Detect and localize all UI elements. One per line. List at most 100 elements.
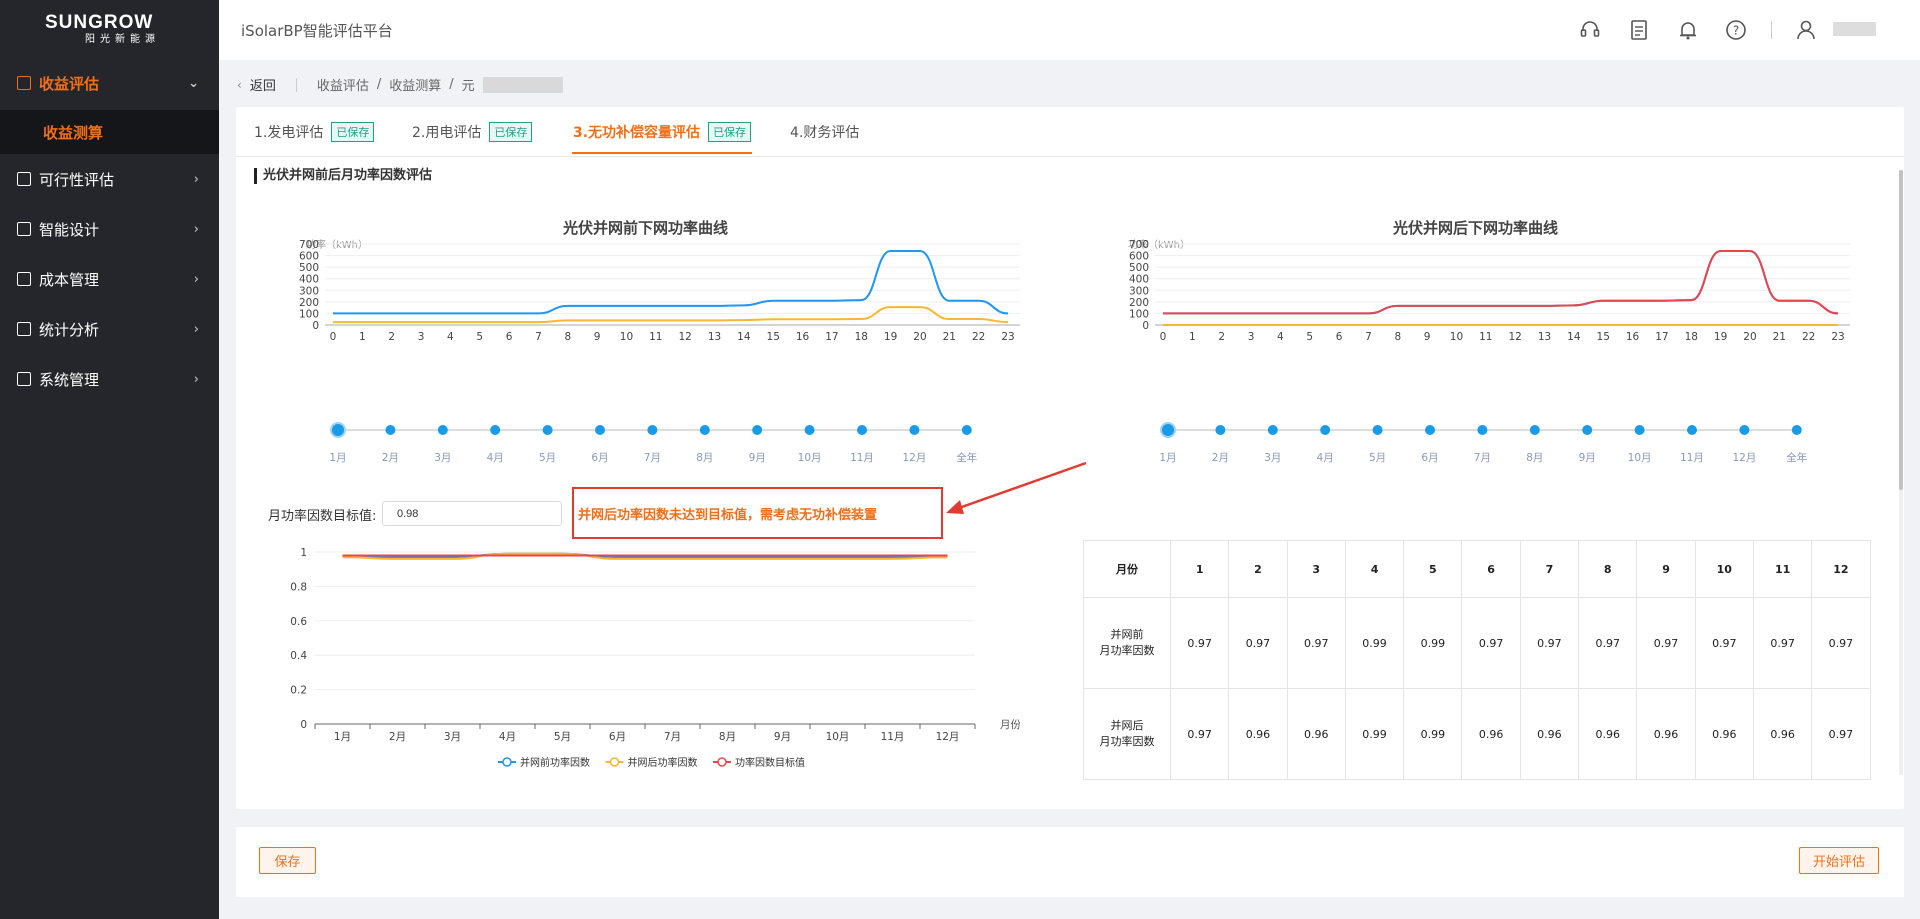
timeline-label[interactable]: 7月 — [1474, 452, 1491, 464]
timeline-dot[interactable] — [595, 425, 605, 435]
timeline-dot[interactable] — [490, 425, 501, 435]
timeline-label[interactable]: 2月 — [1212, 452, 1229, 464]
timeline-label[interactable]: 3月 — [434, 452, 451, 464]
x-tick-label: 14 — [737, 331, 751, 343]
timeline-label[interactable]: 9月 — [1579, 452, 1596, 464]
timeline-label[interactable]: 5月 — [539, 452, 556, 464]
y-tick-label: 300 — [1129, 285, 1149, 297]
timeline-dot[interactable] — [385, 425, 396, 435]
save-button[interactable]: 保存 — [259, 847, 316, 874]
timeline-dot[interactable] — [1425, 425, 1435, 435]
document-icon[interactable] — [1628, 19, 1650, 41]
tab-finance[interactable]: 4.财务评估 — [790, 121, 859, 143]
user-icon[interactable] — [1795, 19, 1817, 41]
scrollbar-thumb[interactable] — [1899, 170, 1903, 490]
timeline-label[interactable]: 8月 — [696, 452, 713, 464]
x-tick-label: 10 — [620, 331, 633, 343]
table-cell: 0.99 — [1344, 597, 1405, 689]
user-name-redacted[interactable] — [1833, 22, 1876, 36]
table-header-cell: 12 — [1811, 540, 1871, 598]
timeline-label[interactable]: 7月 — [644, 452, 661, 464]
timeline-dot[interactable] — [699, 425, 710, 435]
sidebar-item-revenue[interactable]: 收益评估 ⌄ — [0, 58, 219, 108]
timeline-dot[interactable] — [909, 425, 920, 435]
tab-reactive-compensation[interactable]: 3.无功补偿容量评估 已保存 — [573, 121, 752, 143]
timeline-label[interactable]: 11月 — [850, 452, 874, 464]
timeline-label[interactable]: 3月 — [1264, 452, 1281, 464]
timeline-label[interactable]: 4月 — [487, 452, 504, 464]
start-evaluation-button[interactable]: 开始评估 — [1799, 847, 1879, 874]
timeline-label[interactable]: 12月 — [1732, 452, 1756, 464]
timeline-label[interactable]: 9月 — [749, 452, 766, 464]
breadcrumb-revenue[interactable]: 收益评估 — [317, 75, 369, 94]
timeline-dot[interactable] — [1320, 425, 1331, 435]
breadcrumb-revenue-calc[interactable]: 收益测算 — [389, 75, 441, 94]
timeline-label[interactable]: 11月 — [1680, 452, 1704, 464]
y-tick-label: 200 — [299, 297, 319, 309]
sidebar-item-design[interactable]: 智能设计 › — [0, 204, 219, 254]
headset-icon[interactable] — [1579, 19, 1601, 41]
timeline-dot[interactable] — [437, 425, 448, 435]
table-cell: 0.97 — [1169, 688, 1230, 780]
bell-icon[interactable] — [1677, 19, 1699, 41]
x-tick-label: 14 — [1567, 331, 1581, 343]
chevron-right-icon: › — [193, 372, 199, 387]
pf-warning-text: 并网后功率因数未达到目标值，需考虑无功补偿装置 — [578, 507, 878, 523]
timeline-dot[interactable] — [1267, 425, 1278, 435]
tab-label: 2.用电评估 — [412, 125, 482, 141]
table-cell: 0.97 — [1694, 597, 1754, 689]
timeline-dot[interactable] — [1791, 425, 1802, 435]
timeline-label[interactable]: 6月 — [1421, 452, 1438, 464]
sidebar-item-system[interactable]: 系统管理 › — [0, 354, 219, 404]
x-tick-label: 12月 — [936, 731, 960, 743]
timeline-dot[interactable] — [857, 425, 867, 435]
sidebar-item-stats[interactable]: 统计分析 › — [0, 304, 219, 354]
timeline-dot[interactable] — [647, 425, 658, 435]
timeline-dot[interactable] — [1372, 425, 1383, 435]
sidebar-subitem-revenue-calc[interactable]: 收益测算 — [0, 110, 219, 154]
timeline-dot[interactable] — [752, 425, 763, 435]
back-chevron-icon[interactable]: ‹ — [237, 78, 242, 92]
timeline-dot[interactable] — [1160, 422, 1176, 438]
x-tick-label: 13 — [708, 331, 721, 343]
timeline-dot[interactable] — [1634, 425, 1645, 435]
timeline-label[interactable]: 12月 — [902, 452, 926, 464]
timeline-label[interactable]: 4月 — [1317, 452, 1334, 464]
timeline-label[interactable]: 1月 — [329, 452, 346, 464]
timeline-label[interactable]: 全年 — [1786, 451, 1807, 464]
table-cell: 0.97 — [1811, 597, 1871, 689]
table-cell: 0.99 — [1403, 597, 1463, 689]
timeline-dot[interactable] — [1739, 425, 1750, 435]
timeline-dot[interactable] — [1215, 425, 1226, 435]
chevron-right-icon: › — [193, 322, 199, 337]
timeline-label[interactable]: 6月 — [591, 452, 608, 464]
tab-generation[interactable]: 1.发电评估 已保存 — [254, 121, 375, 143]
sidebar-item-feasibility[interactable]: 可行性评估 › — [0, 154, 219, 204]
table-header-cell: 6 — [1461, 540, 1521, 598]
timeline-dot[interactable] — [1529, 425, 1540, 435]
timeline-label[interactable]: 10月 — [1628, 452, 1652, 464]
timeline-dot[interactable] — [1582, 425, 1593, 435]
timeline-dot[interactable] — [1477, 425, 1488, 435]
action-bar — [236, 827, 1904, 897]
table-row: 并网前 月功率因数 0.97 0.97 0.97 0.99 0.99 0.97 0.97 0.97… — [1083, 597, 1871, 689]
timeline-dot[interactable] — [330, 422, 346, 438]
table-cell: 0.97 — [1461, 597, 1521, 689]
timeline-label[interactable]: 10月 — [798, 452, 822, 464]
back-link[interactable]: 返回 — [250, 75, 276, 94]
timeline-dot[interactable] — [542, 425, 553, 435]
y-tick-label: 0.4 — [290, 650, 307, 662]
timeline-dot[interactable] — [804, 425, 815, 435]
breadcrumb-project: 元 — [461, 79, 475, 94]
timeline-label[interactable]: 1月 — [1159, 452, 1176, 464]
pf-target-input[interactable] — [382, 501, 562, 526]
y-tick-label: 700 — [1129, 239, 1149, 251]
timeline-label[interactable]: 5月 — [1369, 452, 1386, 464]
timeline-dot[interactable] — [1687, 425, 1697, 435]
timeline-label[interactable]: 8月 — [1526, 452, 1543, 464]
tab-consumption[interactable]: 2.用电评估 已保存 — [412, 121, 533, 143]
sidebar-item-cost[interactable]: 成本管理 › — [0, 254, 219, 304]
help-icon[interactable]: ? — [1725, 19, 1747, 41]
timeline-label[interactable]: 2月 — [382, 452, 399, 464]
timeline-dot[interactable] — [961, 425, 972, 435]
